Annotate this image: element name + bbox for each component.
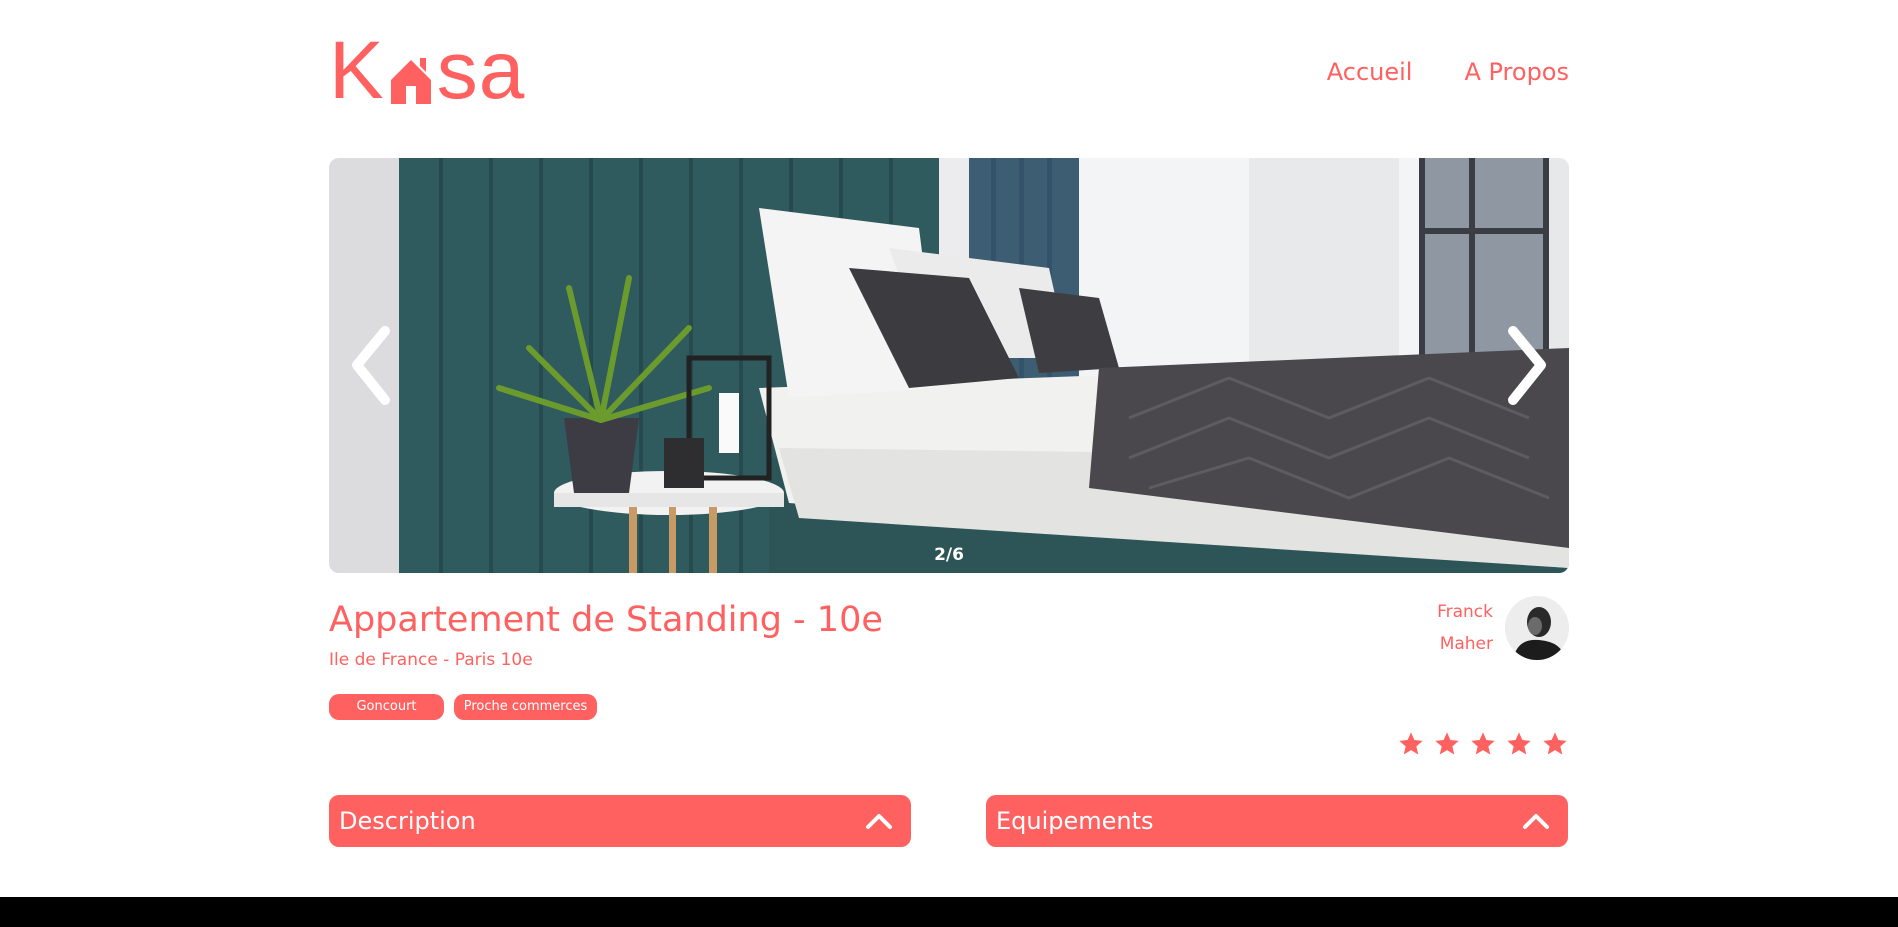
tag-goncourt: Goncourt bbox=[329, 694, 444, 720]
listing-title: Appartement de Standing - 10e bbox=[329, 600, 883, 640]
apartment-photo bbox=[329, 158, 1569, 573]
collapse-label-description: Description bbox=[339, 807, 476, 835]
star-icon bbox=[1435, 732, 1459, 755]
previous-photo-button[interactable] bbox=[345, 323, 395, 408]
nav-link-accueil[interactable]: Accueil bbox=[1327, 58, 1413, 86]
equipements-collapse-button[interactable]: Equipements bbox=[986, 795, 1568, 847]
description-collapse-button[interactable]: Description bbox=[329, 795, 911, 847]
star-icon bbox=[1543, 732, 1567, 755]
site-header: K sa Accueil A Propos bbox=[329, 25, 1569, 116]
main-nav: Accueil A Propos bbox=[1327, 58, 1569, 86]
chevron-up-icon bbox=[866, 814, 892, 829]
kasa-logo[interactable]: K sa bbox=[329, 25, 526, 116]
next-photo-button[interactable] bbox=[1503, 323, 1553, 408]
logo-letters-sa: sa bbox=[436, 25, 526, 116]
host-avatar bbox=[1505, 596, 1569, 660]
logo-letter-k: K bbox=[329, 25, 385, 116]
house-icon bbox=[387, 36, 435, 106]
listing-location: Ile de France - Paris 10e bbox=[329, 650, 533, 670]
photo-counter: 2/6 bbox=[934, 545, 964, 565]
nav-link-a-propos[interactable]: A Propos bbox=[1464, 58, 1569, 86]
star-icon bbox=[1507, 732, 1531, 755]
host-first-name: Franck bbox=[1437, 602, 1493, 622]
photo-carousel: 2/6 bbox=[329, 158, 1569, 573]
star-icon bbox=[1399, 732, 1423, 755]
tag-list: Goncourt Proche commerces bbox=[329, 694, 597, 720]
chevron-right-icon bbox=[1508, 326, 1546, 405]
site-footer bbox=[0, 897, 1898, 927]
star-icon bbox=[1471, 732, 1495, 755]
chevron-up-icon bbox=[1523, 814, 1549, 829]
chevron-left-icon bbox=[352, 326, 390, 405]
tag-proche-commerces: Proche commerces bbox=[454, 694, 597, 720]
host-info: Franck Maher bbox=[1437, 596, 1569, 660]
collapse-label-equipements: Equipements bbox=[996, 807, 1154, 835]
host-name: Franck Maher bbox=[1437, 596, 1493, 660]
host-last-name: Maher bbox=[1439, 634, 1493, 654]
star-rating bbox=[1397, 730, 1569, 758]
